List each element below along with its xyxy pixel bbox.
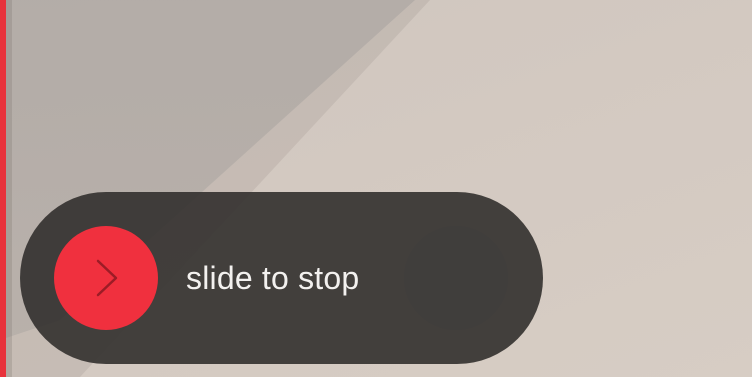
slider-thumb[interactable]: [54, 226, 158, 330]
chevron-right-icon: [96, 259, 118, 297]
slide-to-stop-slider[interactable]: slide to stop: [20, 192, 543, 364]
edge-shadow: [6, 0, 12, 377]
slide-to-stop-label: slide to stop: [186, 260, 360, 296]
slider-end-target: [404, 226, 508, 330]
